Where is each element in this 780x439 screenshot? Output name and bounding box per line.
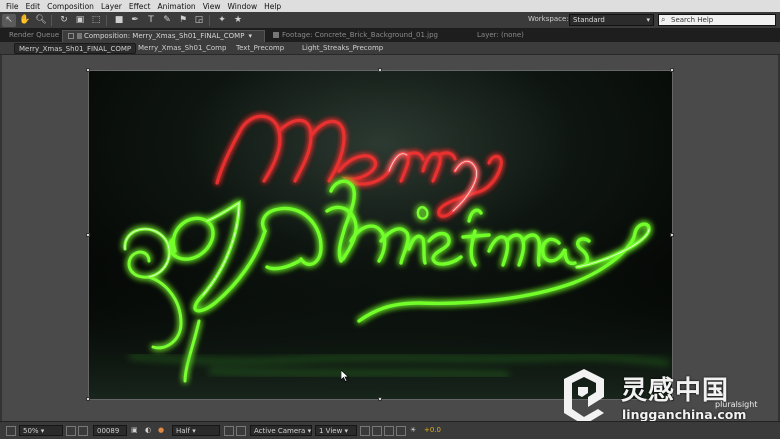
- tab-label: Layer: (none): [477, 31, 524, 39]
- grid-guides-icon[interactable]: [66, 426, 76, 436]
- menu-animation[interactable]: Animation: [155, 2, 200, 11]
- transform-handle[interactable]: [670, 68, 674, 72]
- search-icon: ⌕: [661, 15, 666, 24]
- show-snapshot-icon[interactable]: ◐: [145, 425, 151, 436]
- fast-previews-icon[interactable]: [372, 426, 382, 436]
- chevron-down-icon: ▾: [646, 16, 650, 24]
- breadcrumb-final-comp[interactable]: Merry_Xmas_Sh01_FINAL_COMP: [14, 43, 137, 54]
- view-layout-select[interactable]: 1 View ▾: [315, 425, 357, 436]
- current-time-field[interactable]: 00089: [93, 425, 127, 436]
- magnification-select[interactable]: 50% ▾: [19, 425, 63, 436]
- channel-icon[interactable]: ●: [158, 425, 164, 436]
- exposure-value[interactable]: +0.0: [424, 425, 441, 436]
- tab-layer[interactable]: Layer: (none): [472, 30, 552, 42]
- mouse-cursor-icon: [341, 370, 349, 382]
- menu-window[interactable]: Window: [226, 2, 263, 11]
- comp-flowchart-icon[interactable]: [396, 426, 406, 436]
- chevron-down-icon: ▾: [248, 32, 252, 40]
- search-placeholder: Search Help: [671, 16, 714, 24]
- workspace-value: Standard: [573, 16, 605, 24]
- menu-effect[interactable]: Effect: [127, 2, 156, 11]
- composition-frame[interactable]: [88, 70, 673, 400]
- neon-merry-christmas-render: [89, 71, 672, 399]
- menu-view[interactable]: View: [201, 2, 226, 11]
- transform-handle[interactable]: [378, 397, 382, 401]
- mask-visibility-icon[interactable]: [78, 426, 88, 436]
- breadcrumb-text-precomp[interactable]: Text_Precomp: [232, 43, 288, 54]
- puppet-pin-tool-icon[interactable]: ★: [231, 14, 245, 27]
- resolution-value: Half: [176, 427, 190, 435]
- pluralsight-brand: pluralsight: [715, 400, 758, 409]
- menu-file[interactable]: File: [4, 2, 24, 11]
- panel-tab-row: Render Queue Composition: Merry_Xmas_Sh0…: [0, 29, 780, 42]
- transparency-grid-icon[interactable]: [236, 426, 246, 436]
- menu-bar: File Edit Composition Layer Effect Anima…: [0, 0, 780, 12]
- brush-tool-icon[interactable]: ✎: [160, 14, 174, 27]
- menu-edit[interactable]: Edit: [24, 2, 46, 11]
- roto-brush-tool-icon[interactable]: ✦: [215, 14, 229, 27]
- camera-value: Active Camera: [254, 427, 306, 435]
- rotation-tool-icon[interactable]: ↻: [57, 14, 71, 27]
- composition-icon: [68, 33, 74, 39]
- tab-render-queue[interactable]: Render Queue: [4, 30, 60, 42]
- toggle-pixel-aspect-icon[interactable]: [360, 426, 370, 436]
- search-help-input[interactable]: ⌕ Search Help: [658, 14, 776, 26]
- region-of-interest-icon[interactable]: [224, 426, 234, 436]
- lock-icon: [77, 33, 82, 39]
- always-preview-icon[interactable]: [6, 426, 16, 436]
- views-value: 1 View: [319, 427, 343, 435]
- transform-handle[interactable]: [86, 68, 90, 72]
- tab-footage[interactable]: Footage: Concrete_Brick_Background_01.jp…: [268, 30, 448, 42]
- hand-tool-icon[interactable]: ✋: [18, 14, 32, 27]
- clone-stamp-tool-icon[interactable]: ⚑: [176, 14, 190, 27]
- pen-tool-icon[interactable]: ✒: [128, 14, 142, 27]
- toolbar-divider: [51, 14, 52, 26]
- watermark-url: lingganchina.com: [622, 407, 747, 422]
- breadcrumb-sh01-comp[interactable]: Merry_Xmas_Sh01_Comp: [134, 43, 230, 54]
- selection-tool-icon[interactable]: ↖: [2, 13, 16, 27]
- workspace-select[interactable]: Standard ▾: [569, 14, 654, 26]
- menu-help[interactable]: Help: [262, 2, 286, 11]
- toolbar-divider: [106, 14, 107, 26]
- zoom-value: 50%: [23, 427, 39, 435]
- rectangle-tool-icon[interactable]: ■: [112, 14, 126, 27]
- viewer-controls: 50% ▾ 00089 ▣ ◐ ● Half ▾ Active Camera ▾…: [0, 421, 780, 439]
- transform-handle[interactable]: [86, 397, 90, 401]
- camera-tool-icon[interactable]: ▣: [73, 14, 87, 27]
- menu-composition[interactable]: Composition: [45, 2, 99, 11]
- toolbar-divider: [209, 14, 210, 26]
- reset-exposure-icon[interactable]: ☀: [410, 425, 416, 436]
- snapshot-camera-icon[interactable]: ▣: [131, 425, 138, 436]
- tab-composition[interactable]: Composition: Merry_Xmas_Sh01_FINAL_COMP ▾: [62, 30, 265, 42]
- composition-navigator: Merry_Xmas_Sh01_FINAL_COMP Merry_Xmas_Sh…: [0, 42, 780, 55]
- tab-label: Composition: Merry_Xmas_Sh01_FINAL_COMP: [84, 32, 245, 40]
- tools-panel: ↖ ✋ 🔍︎ ↻ ▣ ⬚ ■ ✒ T ✎ ⚑ ◲ ✦ ★ Workspace: …: [0, 12, 780, 29]
- breadcrumb-light-streaks-precomp[interactable]: Light_Streaks_Precomp: [298, 43, 387, 54]
- transform-handle[interactable]: [378, 68, 382, 72]
- tab-label: Footage: Concrete_Brick_Background_01.jp…: [282, 31, 438, 39]
- menu-layer[interactable]: Layer: [99, 2, 127, 11]
- type-tool-icon[interactable]: T: [144, 14, 158, 27]
- timeline-icon[interactable]: [384, 426, 394, 436]
- zoom-tool-icon[interactable]: 🔍︎: [34, 14, 48, 27]
- pan-behind-tool-icon[interactable]: ⬚: [89, 14, 103, 27]
- workspace-label: Workspace:: [528, 15, 569, 23]
- resolution-select[interactable]: Half ▾: [172, 425, 220, 436]
- eraser-tool-icon[interactable]: ◲: [192, 14, 206, 27]
- transform-handle[interactable]: [86, 233, 90, 237]
- footage-icon: [273, 32, 279, 38]
- watermark-cn-text: 灵感中国: [621, 376, 730, 406]
- transform-handle[interactable]: [670, 233, 674, 237]
- lingganchina-logo-icon: [564, 369, 604, 425]
- tab-label: Render Queue: [9, 31, 60, 39]
- camera-select[interactable]: Active Camera ▾: [250, 425, 312, 436]
